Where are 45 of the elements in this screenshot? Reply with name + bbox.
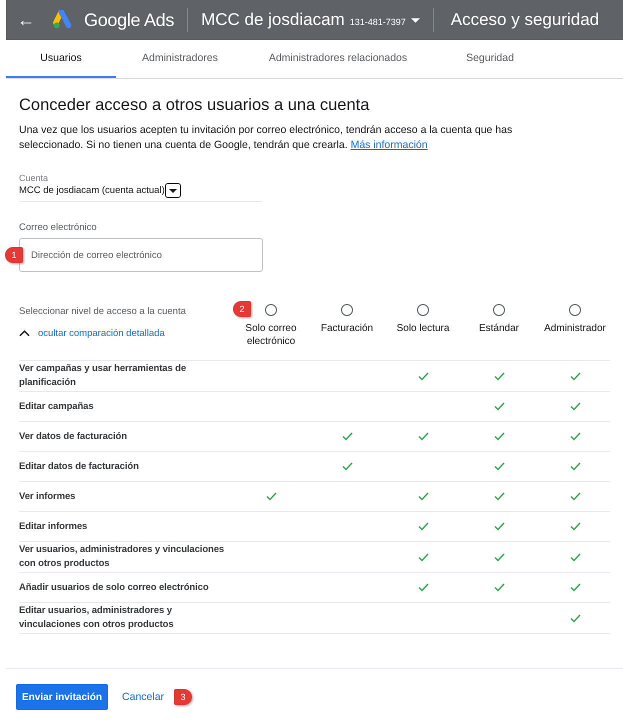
dropdown-button[interactable] (164, 183, 181, 198)
field-label: Correo electrónico (19, 222, 98, 233)
permission-label: Añadir usuarios de solo correo electrónico (19, 580, 210, 594)
send-invitation-button[interactable]: Enviar invitación (16, 684, 108, 710)
product-name: Google Ads (84, 10, 174, 30)
permission-label: Ver informes (19, 490, 76, 504)
permission-label: Ver campañas y usar herramientas de planificación (19, 362, 188, 390)
access-level-name: Solo lectura (396, 322, 450, 335)
cancel-button[interactable]: Cancelar (122, 691, 164, 703)
page-title: Acceso y seguridad (450, 10, 600, 30)
field-label: Cuenta (19, 173, 50, 183)
access-level-label: Seleccionar nivel de acceso a la cuenta (19, 306, 187, 317)
permission-label: Ver usuarios, administradores y vinculaciones con otros productos (19, 543, 226, 571)
tab[interactable]: Administradores relacionados (240, 40, 436, 78)
chevron-up-icon (19, 330, 30, 337)
permission-label: Editar informes (19, 520, 88, 534)
more-info-link[interactable]: Más información (350, 139, 428, 151)
permission-label: Editar usuarios, administradores y vinculaciones con otros productos (19, 604, 175, 632)
description-text: Una vez que los usuarios acepten tu invitación por correo electrónico, tendrán acceso a la cuenta que has seleccionado. Si no tienen una cuenta de Google, tendrán que crearla. Más información (19, 123, 514, 153)
access-level-name: Solo correo electrónico (244, 322, 298, 348)
radio-button[interactable] (569, 304, 581, 316)
access-level-name: Facturación (320, 322, 374, 335)
section-title: Conceder acceso a otros usuarios a una cuenta (19, 96, 370, 115)
email-field[interactable]: Dirección de correo electrónico (19, 238, 263, 272)
radio-button[interactable] (265, 304, 277, 316)
access-level-name: Estándar (478, 322, 520, 335)
tab[interactable]: Seguridad (436, 40, 544, 78)
back-button[interactable]: ← (16, 10, 36, 30)
caret-icon (410, 18, 420, 22)
account-value: MCC de josdiacam (cuenta actual) (19, 185, 165, 196)
tab[interactable]: Administradores (116, 40, 240, 78)
radio-button[interactable] (493, 304, 505, 316)
radio-button[interactable] (341, 304, 353, 316)
callout-marker: 1 (5, 247, 23, 263)
permission-label: Editar campañas (19, 400, 95, 414)
permission-label: Editar datos de facturación (19, 460, 140, 474)
callout-marker: 2 (233, 301, 251, 317)
callout-marker: 3 (174, 689, 192, 705)
tab[interactable]: Usuarios (6, 40, 116, 78)
access-level-name: Administrador (544, 322, 606, 335)
radio-button[interactable] (417, 304, 429, 316)
hide-comparison-link[interactable]: ocultar comparación detallada (19, 328, 233, 339)
permission-label: Ver datos de facturación (19, 430, 128, 444)
caret-icon (168, 188, 177, 192)
account-selector[interactable]: MCC de josdiacam 131-481-7397 (201, 10, 420, 30)
